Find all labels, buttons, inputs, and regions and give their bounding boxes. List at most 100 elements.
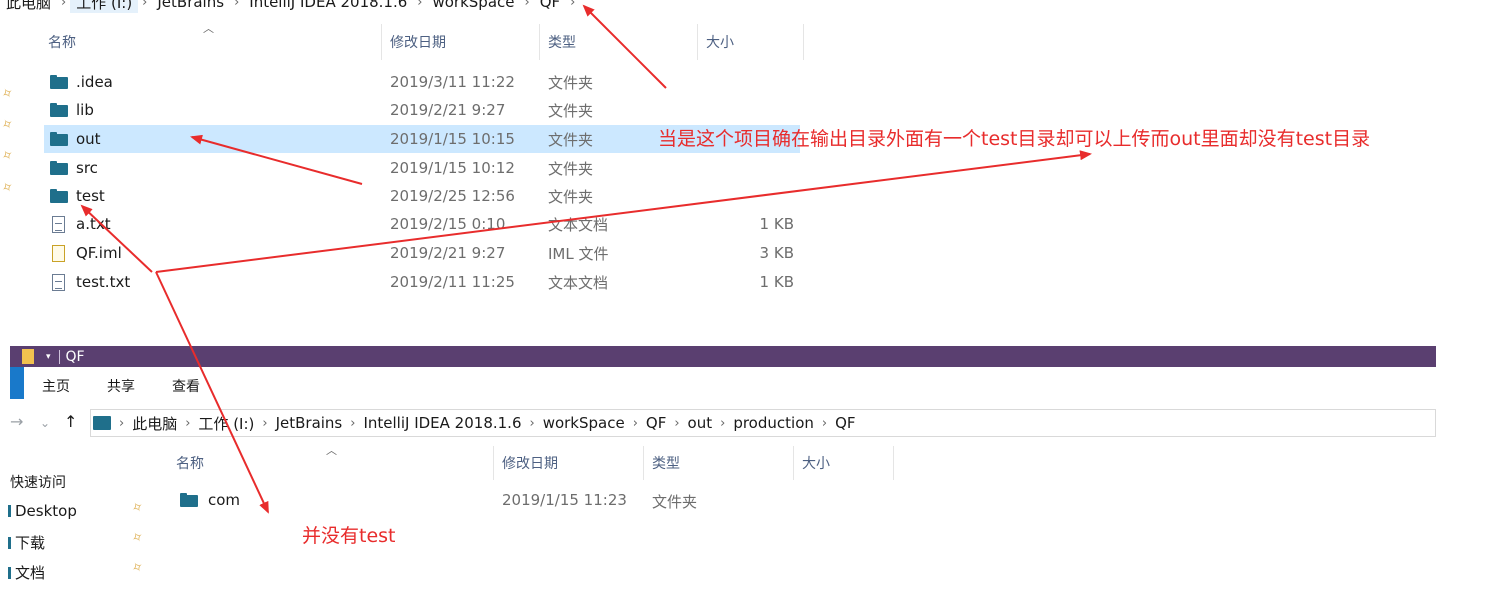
quick-access-title[interactable]: 快速访问 [10, 472, 66, 492]
up-arrow-icon[interactable]: ↑ [64, 412, 77, 431]
address-segment-drive[interactable]: 工作 (I:) [198, 413, 254, 434]
sidebar-item-label: 下载 [15, 534, 46, 552]
chevron-right-icon: › [119, 415, 125, 431]
column-date[interactable]: 修改日期 [494, 446, 644, 480]
tab-home[interactable]: 主页 [42, 376, 70, 396]
address-segment-jetbrains[interactable]: JetBrains [276, 414, 343, 432]
file-name: QF.iml [76, 244, 122, 262]
document-icon [8, 566, 11, 579]
pin-icon[interactable]: ✧ [0, 178, 17, 198]
file-type: 文件夹 [548, 130, 594, 149]
column-name[interactable]: 名称 [40, 24, 382, 60]
top-breadcrumb-jetbrains[interactable]: JetBrains [151, 0, 230, 11]
file-name: .idea [76, 73, 113, 91]
folder-icon [50, 103, 68, 117]
annotation-main-note: 当是这个项目确在输出目录外面有一个test目录却可以上传而out里面却没有tes… [658, 128, 1371, 150]
address-segment-idea[interactable]: IntelliJ IDEA 2018.1.6 [363, 414, 521, 432]
address-segment-qf-current[interactable]: QF [835, 414, 855, 432]
table-row[interactable]: test 2019/2/25 12:56 文件夹 [44, 182, 800, 210]
address-segment-qf[interactable]: QF [646, 414, 666, 432]
file-type: 文件夹 [548, 159, 594, 178]
top-breadcrumb-qf[interactable]: QF [534, 0, 566, 11]
titlebar-divider [58, 349, 60, 364]
file-date: 2019/2/15 0:10 [390, 215, 506, 233]
table-row[interactable]: QF.iml 2019/2/21 9:27 IML 文件 3 KB [44, 239, 800, 267]
top-breadcrumb[interactable]: 此电脑 › 工作 (I:) › JetBrains › IntelliJ IDE… [0, 0, 720, 13]
file-date: 2019/2/21 9:27 [390, 101, 506, 119]
chevron-right-icon: › [529, 415, 535, 431]
sidebar-item-downloads[interactable]: 下载 [8, 532, 45, 553]
download-icon [8, 536, 11, 549]
back-arrow-icon[interactable]: → [10, 412, 23, 431]
file-size: 3 KB [759, 244, 794, 262]
chevron-right-icon: › [185, 415, 191, 431]
file-type: IML 文件 [548, 244, 609, 263]
bottom-titlebar: ▾ QF [10, 346, 1436, 367]
file-date: 2019/2/11 11:25 [390, 273, 515, 291]
file-name: com [208, 491, 241, 509]
column-name[interactable]: 名称 [168, 446, 494, 480]
file-date: 2019/3/11 11:22 [390, 73, 515, 91]
chevron-right-icon: › [674, 415, 680, 431]
bottom-column-header: 名称 修改日期 类型 大小 [0, 446, 900, 480]
top-breadcrumb-pc[interactable]: 此电脑 [0, 0, 57, 13]
chevron-right-icon: › [417, 0, 423, 10]
sidebar-item-desktop[interactable]: Desktop [8, 502, 77, 520]
sidebar-item-label: Desktop [15, 502, 77, 520]
chevron-right-icon: › [821, 415, 828, 431]
list-item[interactable]: com 2019/1/15 11:23 文件夹 [172, 487, 772, 515]
column-type[interactable]: 类型 [540, 24, 698, 60]
annotation-bottom-note: 并没有test [302, 525, 396, 547]
chevron-right-icon: › [61, 0, 67, 10]
folder-icon [50, 161, 68, 175]
column-type[interactable]: 类型 [644, 446, 794, 480]
pin-icon[interactable]: ✧ [129, 558, 147, 578]
chevron-right-icon: › [632, 415, 638, 431]
table-row[interactable]: .idea 2019/3/11 11:22 文件夹 [44, 68, 800, 96]
top-breadcrumb-workspace[interactable]: workSpace [426, 0, 520, 11]
text-file-icon [52, 273, 65, 291]
pin-icon[interactable]: ✧ [0, 84, 17, 104]
file-type: 文件夹 [548, 101, 594, 120]
window-title: QF [65, 348, 85, 365]
iml-file-icon [52, 244, 65, 262]
address-segment-workspace[interactable]: workSpace [543, 414, 625, 432]
chevron-right-icon: › [570, 0, 576, 10]
pin-icon[interactable]: ✧ [129, 498, 147, 518]
recent-locations-dropdown-icon[interactable]: ⌄ [40, 416, 50, 430]
chevron-right-icon: › [720, 415, 726, 431]
text-file-icon [52, 215, 65, 233]
folder-icon [50, 75, 68, 89]
pin-icon[interactable]: ✧ [0, 115, 17, 135]
file-date: 2019/2/25 12:56 [390, 187, 515, 205]
desktop-icon [8, 505, 11, 517]
table-row[interactable]: lib 2019/2/21 9:27 文件夹 [44, 96, 800, 124]
file-name: out [76, 130, 101, 148]
file-name: a.txt [76, 215, 111, 233]
top-breadcrumb-idea[interactable]: IntelliJ IDEA 2018.1.6 [243, 0, 413, 11]
table-row[interactable]: test.txt 2019/2/11 11:25 文本文档 1 KB [44, 268, 800, 296]
address-segment-pc[interactable]: 此电脑 [132, 413, 177, 434]
file-name: test [76, 187, 105, 205]
column-size[interactable]: 大小 [698, 24, 804, 60]
pin-icon[interactable]: ✧ [129, 528, 147, 548]
table-row[interactable]: src 2019/1/15 10:12 文件夹 [44, 154, 800, 182]
chevron-right-icon: › [262, 415, 268, 431]
address-segment-out[interactable]: out [688, 414, 713, 432]
folder-icon [50, 189, 68, 203]
sidebar-item-documents[interactable]: 文档 [8, 562, 45, 583]
table-row[interactable]: a.txt 2019/2/15 0:10 文本文档 1 KB [44, 210, 800, 238]
file-menu-button[interactable] [10, 367, 24, 399]
pin-icon[interactable]: ✧ [0, 146, 17, 166]
quick-access-toolbar-dropdown-icon[interactable]: ▾ [46, 352, 51, 362]
file-name: test.txt [76, 273, 131, 291]
address-bar[interactable]: › 此电脑 › 工作 (I:) › JetBrains › IntelliJ I… [90, 409, 1436, 437]
tab-share[interactable]: 共享 [107, 376, 135, 396]
address-segment-production[interactable]: production [733, 414, 814, 432]
tab-view[interactable]: 查看 [172, 376, 200, 396]
column-date[interactable]: 修改日期 [382, 24, 540, 60]
top-breadcrumb-drive[interactable]: 工作 (I:) [70, 0, 139, 13]
file-type: 文件夹 [548, 73, 594, 92]
file-type: 文件夹 [652, 493, 698, 511]
column-size[interactable]: 大小 [794, 446, 894, 480]
